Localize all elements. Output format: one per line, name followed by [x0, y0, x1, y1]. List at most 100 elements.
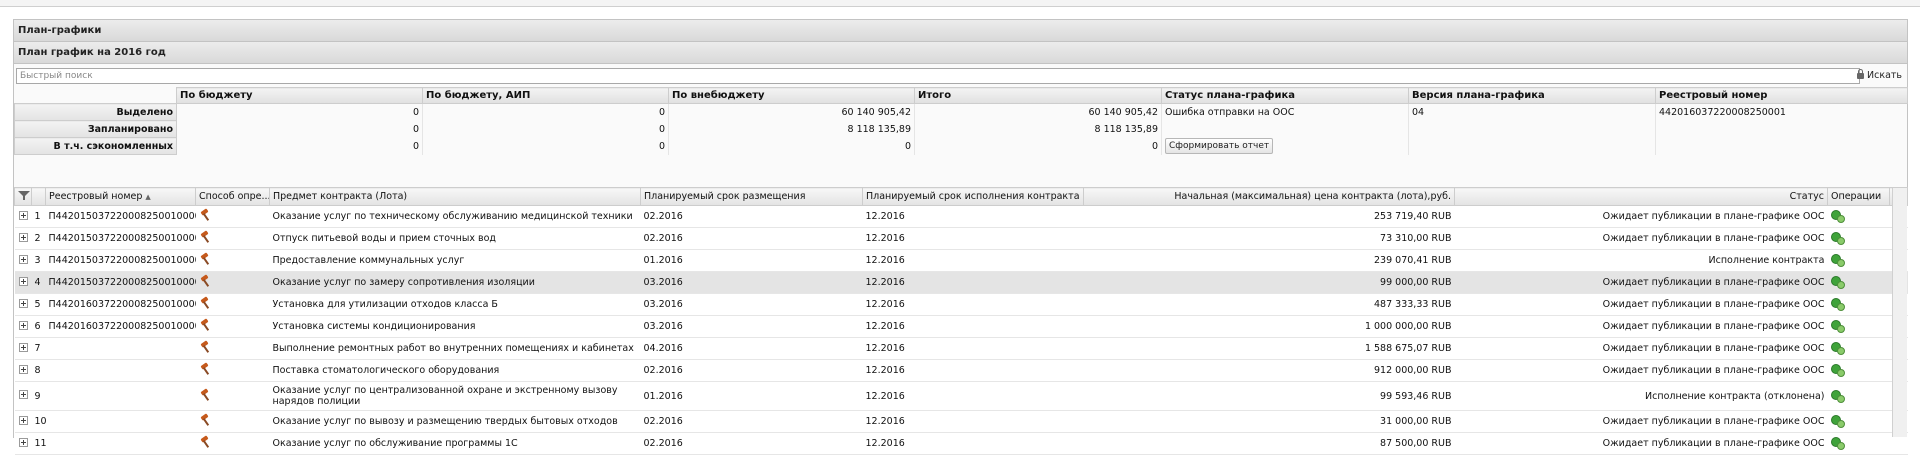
row-registry-number	[45, 381, 196, 411]
auction-hammer-icon[interactable]	[199, 389, 213, 401]
row-operations-cell[interactable]	[1827, 293, 1890, 316]
operations-gear-icon[interactable]	[1830, 363, 1845, 377]
expand-row-control[interactable]	[14, 337, 32, 360]
row-operations-cell[interactable]	[1827, 337, 1890, 360]
auction-hammer-icon[interactable]	[199, 297, 213, 309]
operations-gear-icon[interactable]	[1830, 253, 1845, 267]
expand-plus-icon[interactable]	[18, 254, 28, 264]
expand-plus-icon[interactable]	[18, 232, 28, 242]
expand-plus-icon[interactable]	[18, 437, 28, 447]
quick-search-input[interactable]	[16, 68, 1860, 84]
column-header-placement-date[interactable]: Планируемый срок размещения	[640, 187, 863, 206]
row-number: 2	[31, 227, 46, 250]
operations-gear-icon[interactable]	[1830, 341, 1845, 355]
expand-plus-icon[interactable]	[18, 298, 28, 308]
row-status: Исполнение контракта	[1454, 249, 1828, 272]
operations-gear-icon[interactable]	[1830, 209, 1845, 223]
row-status: Ожидает публикации в плане-графике ООС	[1454, 205, 1828, 228]
row-method-cell[interactable]	[195, 337, 270, 360]
expand-row-control[interactable]	[14, 249, 32, 272]
column-header-execution-date[interactable]: Планируемый срок исполнения контракта	[862, 187, 1084, 206]
expand-plus-icon[interactable]	[18, 390, 28, 399]
operations-gear-icon[interactable]	[1830, 275, 1845, 289]
expand-row-control[interactable]	[14, 271, 32, 294]
expand-plus-icon[interactable]	[18, 320, 28, 330]
auction-hammer-icon[interactable]	[199, 363, 213, 375]
operations-gear-icon[interactable]	[1830, 389, 1845, 403]
row-registry-number: П442016037220008250010000002	[45, 293, 196, 316]
expand-row-control[interactable]	[14, 293, 32, 316]
expand-plus-icon[interactable]	[18, 364, 28, 374]
table-row[interactable]: 4П442015037220008250010000051 Оказание ус…	[14, 271, 1908, 294]
summary-header-budget: По бюджету	[176, 87, 423, 104]
auction-hammer-icon[interactable]	[199, 341, 213, 353]
expand-row-control[interactable]	[14, 381, 32, 411]
expand-row-control[interactable]	[14, 410, 32, 433]
table-row[interactable]: 6П442016037220008250010000004 Установка с…	[14, 315, 1908, 338]
row-number: 4	[31, 271, 46, 294]
summary-header-version: Версия плана-графика	[1408, 87, 1656, 104]
expand-plus-icon[interactable]	[18, 415, 28, 425]
table-row[interactable]: 1П442015037220008250010000043 Оказание ус…	[14, 205, 1908, 228]
expand-row-control[interactable]	[14, 205, 32, 228]
row-status: Исполнение контракта (отклонена)	[1454, 381, 1828, 411]
column-header-max-price[interactable]: Начальная (максимальная) цена контракта …	[1083, 187, 1455, 206]
table-row[interactable]: 10 Оказание услуг по вывозу и размещению …	[14, 410, 1908, 433]
row-execution-date: 12.2016	[862, 359, 1084, 382]
column-header-registry-number[interactable]: Реестровый номер ▲	[45, 187, 196, 206]
expand-plus-icon[interactable]	[18, 210, 28, 220]
operations-gear-icon[interactable]	[1830, 414, 1845, 428]
table-row[interactable]: 5П442016037220008250010000002 Установка д…	[14, 293, 1908, 316]
row-operations-cell[interactable]	[1827, 271, 1890, 294]
grid-filter-header[interactable]	[14, 187, 32, 206]
row-method-cell[interactable]	[195, 227, 270, 250]
row-method-cell[interactable]	[195, 410, 270, 433]
row-operations-cell[interactable]	[1827, 410, 1890, 433]
expand-plus-icon[interactable]	[18, 276, 28, 286]
table-row[interactable]: 8 Поставка стоматологического оборудовани…	[14, 359, 1908, 382]
expand-row-control[interactable]	[14, 359, 32, 382]
auction-hammer-icon[interactable]	[199, 231, 213, 243]
auction-hammer-icon[interactable]	[199, 414, 213, 426]
operations-gear-icon[interactable]	[1830, 297, 1845, 311]
row-operations-cell[interactable]	[1827, 359, 1890, 382]
filter-icon[interactable]	[18, 190, 30, 200]
expand-row-control[interactable]	[14, 315, 32, 338]
operations-gear-icon[interactable]	[1830, 436, 1845, 450]
column-header-method[interactable]: Способ опре...	[195, 187, 270, 206]
operations-gear-icon[interactable]	[1830, 319, 1845, 333]
expand-plus-icon[interactable]	[18, 342, 28, 352]
row-method-cell[interactable]	[195, 205, 270, 228]
grid-vertical-scrollbar[interactable]	[1892, 188, 1907, 437]
row-operations-cell[interactable]	[1827, 205, 1890, 228]
row-operations-cell[interactable]	[1827, 249, 1890, 272]
table-row[interactable]: 9 Оказание услуг по централизованной охра…	[14, 381, 1908, 411]
table-row[interactable]: 2П442015037220008250010000046 Отпуск пить…	[14, 227, 1908, 250]
generate-report-button[interactable]: Сформировать отчет	[1165, 138, 1274, 154]
expand-row-control[interactable]	[14, 227, 32, 250]
row-operations-cell[interactable]	[1827, 227, 1890, 250]
row-placement-date: 02.2016	[640, 410, 863, 433]
column-header-subject[interactable]: Предмет контракта (Лота)	[269, 187, 641, 206]
column-header-status[interactable]: Статус	[1454, 187, 1828, 206]
auction-hammer-icon[interactable]	[199, 275, 213, 287]
auction-hammer-icon[interactable]	[199, 209, 213, 221]
search-button[interactable]: Искать	[1857, 68, 1902, 84]
summary-value: 8 118 135,89	[914, 120, 1162, 138]
auction-hammer-icon[interactable]	[199, 436, 213, 448]
row-method-cell[interactable]	[195, 315, 270, 338]
row-subject: Оказание услуг по замеру сопротивления и…	[269, 271, 641, 294]
row-method-cell[interactable]	[195, 381, 270, 411]
auction-hammer-icon[interactable]	[199, 253, 213, 265]
row-method-cell[interactable]	[195, 293, 270, 316]
row-method-cell[interactable]	[195, 271, 270, 294]
row-method-cell[interactable]	[195, 359, 270, 382]
operations-gear-icon[interactable]	[1830, 231, 1845, 245]
row-method-cell[interactable]	[195, 249, 270, 272]
row-operations-cell[interactable]	[1827, 315, 1890, 338]
table-row[interactable]: 3П442015037220008250010000047 Предоставле…	[14, 249, 1908, 272]
auction-hammer-icon[interactable]	[199, 319, 213, 331]
plan-title: План график на 2016 год	[14, 42, 1907, 64]
row-operations-cell[interactable]	[1827, 381, 1890, 411]
table-row[interactable]: 7 Выполнение ремонтных работ во внутренни…	[14, 337, 1908, 360]
